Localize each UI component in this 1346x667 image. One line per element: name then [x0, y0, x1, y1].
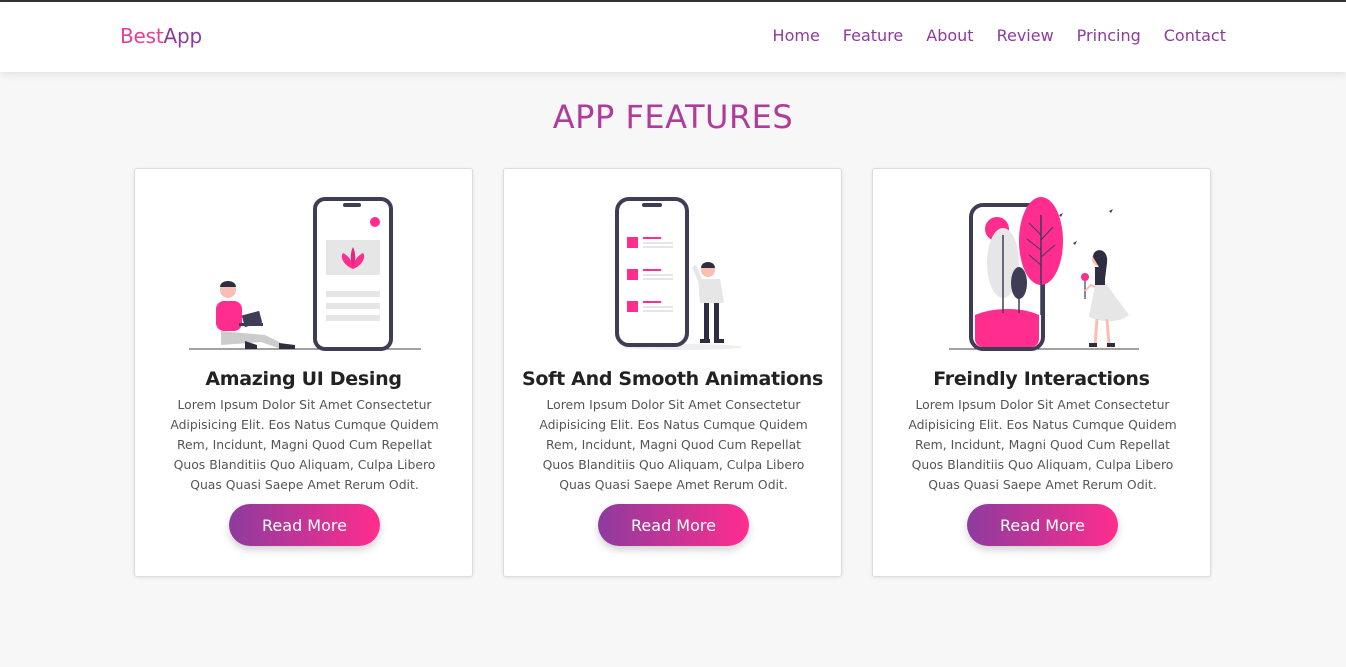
brand-logo[interactable]: BestApp [120, 24, 202, 48]
person-with-laptop-and-phone-illustration [189, 197, 421, 351]
nav-home[interactable]: Home [773, 26, 820, 45]
main-nav: Home Feature About Review Princing Conta… [773, 26, 1226, 45]
feature-card-2: Soft And Smooth Animations Lorem Ipsum D… [503, 168, 842, 577]
card-title: Freindly Interactions [933, 368, 1150, 390]
logo-part-best: Best [120, 24, 164, 48]
nav-contact[interactable]: Contact [1164, 26, 1226, 45]
card-text: Lorem Ipsum Dolor Sit Amet Consectetur A… [539, 397, 808, 492]
card-title: Soft And Smooth Animations [521, 368, 823, 390]
section-title: APP FEATURES [552, 98, 794, 136]
read-more-button[interactable]: Read More [229, 504, 380, 546]
card-text: Lorem Ipsum Dolor Sit Amet Consectetur A… [908, 397, 1177, 492]
nav-about[interactable]: About [926, 26, 973, 45]
card-title: Amazing UI Desing [205, 368, 402, 390]
read-more-button[interactable]: Read More [598, 504, 749, 546]
nav-feature[interactable]: Feature [843, 26, 903, 45]
person-beside-phone-checklist-illustration [615, 197, 742, 350]
nav-pricing[interactable]: Princing [1077, 26, 1141, 45]
woman-with-flower-illustration [949, 197, 1139, 351]
top-navbar: BestApp Home Feature About Review Princi… [0, 2, 1346, 72]
feature-card-1: Amazing UI Desing Lorem Ipsum Dolor Sit … [134, 168, 473, 577]
logo-part-app: App [163, 24, 203, 48]
card-text: Lorem Ipsum Dolor Sit Amet Consectetur A… [170, 397, 439, 492]
feature-card-3: Freindly Interactions Lorem Ipsum Dolor … [872, 168, 1211, 577]
read-more-button[interactable]: Read More [967, 504, 1118, 546]
nav-review[interactable]: Review [997, 26, 1054, 45]
